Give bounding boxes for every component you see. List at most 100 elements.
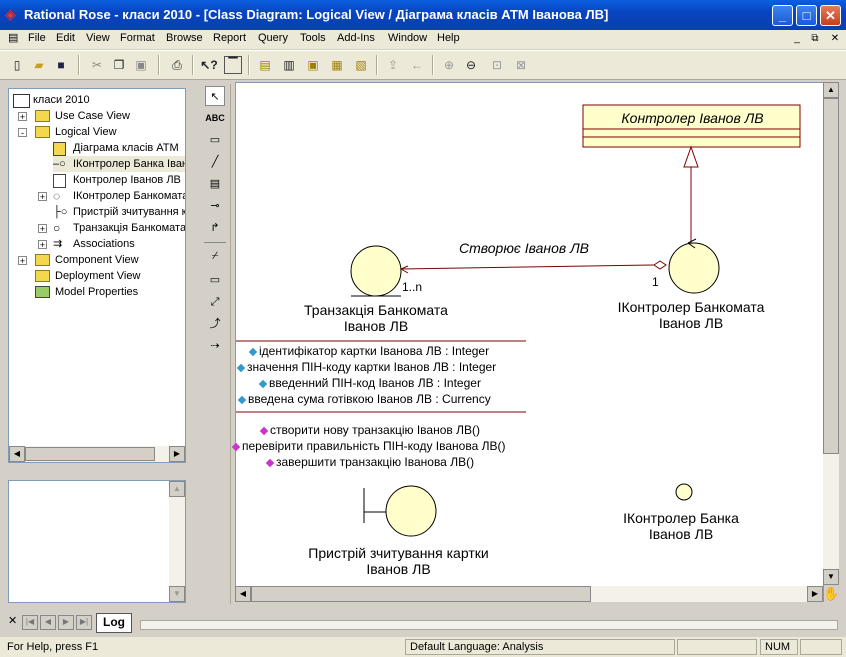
tree-item-transaction[interactable]: + ○ Транзакція Банкомата [37,220,185,236]
rose-app-icon[interactable]: ◈ [5,7,19,21]
maximize-button[interactable]: □ [796,5,817,26]
first-tab-button[interactable]: |◀ [22,615,38,630]
tree-item-card-reader[interactable]: ├○ Пристрій зчитування к [53,204,185,220]
open-icon[interactable]: ▰ [30,56,48,74]
browser-tree[interactable]: класи 2010 + Use Case View - Logical Vie… [8,88,186,463]
save-icon[interactable]: ■ [52,56,70,74]
transaction-name[interactable]: Транзакція Банкомата Іванов ЛВ [276,302,476,334]
menu-browse[interactable]: Browse [166,32,203,44]
diagram-vertical-scrollbar[interactable]: ▲ ▼ [823,82,839,585]
scroll-down-button[interactable]: ▼ [169,586,185,602]
browse-class-icon[interactable]: ▤ [256,56,274,74]
next-tab-button[interactable]: ▶ [58,615,74,630]
diagram-horizontal-scrollbar[interactable]: ◀ ▶ [235,586,823,602]
scroll-right-button[interactable]: ▶ [807,586,823,602]
browse-deployment-icon[interactable]: ▦ [328,56,346,74]
mdi-close-button[interactable]: ✕ [828,33,842,46]
tree-item-atm-controller[interactable]: + ◌ ІКонтролер Банкомата [37,188,185,204]
card-reader-name[interactable]: Пристрій зчитування картки Іванов ЛВ [276,545,521,577]
title-bar[interactable]: ◈ Rational Rose - класи 2010 - [Class Di… [0,0,846,30]
tab-log[interactable]: Log [96,613,132,633]
menu-edit[interactable]: Edit [56,32,75,44]
new-icon[interactable]: ▯ [8,56,26,74]
selection-tool[interactable]: ↖ [205,86,225,106]
generalization-tool[interactable]: ⤴ [205,314,225,334]
class-diagram-canvas[interactable]: Контролер Іванов ЛВ Створює Іванов ЛВ 1.… [231,82,824,602]
mdi-minimize-button[interactable]: _ [790,33,804,46]
anchor-note-tool[interactable]: ╱ [205,152,225,172]
text-tool[interactable]: ABC [205,108,225,128]
menu-format[interactable]: Format [120,32,155,44]
tree-item-bank-controller[interactable]: –○ ІКонтролер Банка Іван [53,156,185,172]
tree-item-component-view[interactable]: + Component View [17,252,185,268]
mdi-restore-button[interactable]: ⧉ [808,33,822,46]
fit-window-icon[interactable]: ⊡ [488,56,506,74]
association-tool[interactable]: ↱ [205,218,225,238]
scroll-left-button[interactable]: ◀ [235,586,251,602]
prev-tab-button[interactable]: ◀ [40,615,56,630]
scroll-down-button[interactable]: ▼ [823,569,839,585]
scroll-thumb[interactable] [823,98,839,454]
operation-row[interactable]: перевірити правильність ПІН-коду Іванова… [231,439,505,453]
scroll-thumb[interactable] [25,447,155,461]
scroll-right-button[interactable]: ▶ [169,446,185,462]
menu-window[interactable]: Window [388,32,427,44]
undo-fit-icon[interactable]: ⊠ [512,56,530,74]
close-log-icon[interactable]: ✕ [8,614,17,627]
class-tool[interactable]: ▤ [205,174,225,194]
menu-view[interactable]: View [86,32,110,44]
bank-controller-name[interactable]: ІКонтролер Банка Іванов ЛВ [586,510,776,542]
menu-help[interactable]: Help [437,32,460,44]
menu-report[interactable]: Report [213,32,246,44]
close-button[interactable]: ✕ [820,5,841,26]
scroll-up-button[interactable]: ▲ [823,82,839,98]
doc-scrollbar[interactable]: ▲ ▼ [169,481,185,602]
tree-item-logical-view[interactable]: - Logical View [17,124,185,140]
association-label[interactable]: Створює Іванов ЛВ [459,240,589,256]
log-scrollbar[interactable] [140,620,838,630]
cut-icon[interactable]: ✂ [88,56,106,74]
back-icon[interactable]: ← [408,56,426,74]
pan-hand-icon[interactable]: ✋ [823,586,840,603]
tree-item-deployment-view[interactable]: Deployment View [17,268,185,284]
menu-file[interactable]: File [28,32,46,44]
tree-item-class-diagram[interactable]: Діаграма класів АТМ [53,140,185,156]
tree-item-use-case-view[interactable]: + Use Case View [17,108,185,124]
tree-item-controller[interactable]: Контролер Іванов ЛВ [53,172,185,188]
attribute-row[interactable]: введенний ПІН-код Іванов ЛВ : Integer [258,376,481,390]
minimize-button[interactable]: _ [772,5,793,26]
tree-horizontal-scrollbar[interactable]: ◀ ▶ [9,446,185,462]
dependency-tool[interactable]: ⤢ [205,292,225,312]
documentation-pane[interactable]: ▲ ▼ [8,480,186,603]
last-tab-button[interactable]: ▶| [76,615,92,630]
document-icon[interactable]: ▤ [8,31,18,44]
paste-icon[interactable]: ▣ [132,56,150,74]
browse-parent-icon[interactable]: ▧ [352,56,370,74]
zoom-out-icon[interactable]: ⊖ [462,56,480,74]
operation-row[interactable]: завершити транзакцію Іванова ЛВ() [265,455,474,469]
attribute-row[interactable]: ідентифікатор картки Іванова ЛВ : Intege… [248,344,489,358]
browse-interaction-icon[interactable]: ▥ [280,56,298,74]
note-tool[interactable]: ▭ [205,130,225,150]
menu-query[interactable]: Query [258,32,288,44]
package-tool[interactable]: ▭ [205,270,225,290]
context-help-icon[interactable]: ↖? [200,56,218,74]
unidirectional-association-tool[interactable]: ⌿ [205,246,225,266]
attribute-row[interactable]: введена сума готівкою Іванов ЛВ : Curren… [237,392,491,406]
controller-class-name[interactable]: Контролер Іванов ЛВ [585,110,800,126]
operation-row[interactable]: створити нову транзакцію Іванов ЛВ() [259,423,480,437]
browse-previous-icon[interactable]: ⇪ [384,56,402,74]
zoom-in-icon[interactable]: ⊕ [440,56,458,74]
attribute-row[interactable]: значення ПІН-коду картки Іванов ЛВ : Int… [236,360,496,374]
view-doc-icon[interactable]: ▔ [224,56,242,74]
print-icon[interactable]: ⎙ [168,56,186,74]
menu-tools[interactable]: Tools [300,32,326,44]
tree-item-model-properties[interactable]: Model Properties [17,284,185,300]
atm-controller-name[interactable]: ІКонтролер Банкомата Іванов ЛВ [591,299,791,331]
realize-tool[interactable]: ⇢ [205,336,225,356]
menu-add-ins[interactable]: Add-Ins [337,32,375,44]
copy-icon[interactable]: ❐ [110,56,128,74]
browse-component-icon[interactable]: ▣ [304,56,322,74]
interface-tool[interactable]: ⊸ [205,196,225,216]
scroll-left-button[interactable]: ◀ [9,446,25,462]
